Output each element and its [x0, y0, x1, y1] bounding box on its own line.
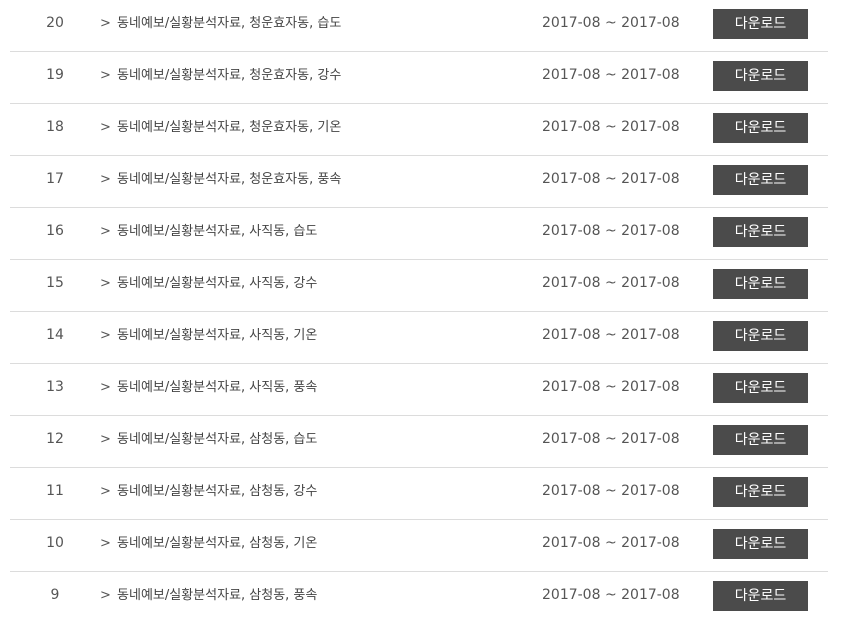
chevron-right-icon: >	[100, 276, 111, 291]
row-title-link[interactable]: > 동네예보/실황분석자료, 사직동, 강수	[100, 260, 317, 311]
row-title-link[interactable]: > 동네예보/실황분석자료, 청운효자동, 습도	[100, 0, 341, 51]
row-title: 동네예보/실황분석자료, 사직동, 기온	[117, 328, 318, 343]
row-period: 2017-08 ~ 2017-08	[542, 431, 680, 447]
row-number: 14	[46, 327, 64, 343]
row-title-link[interactable]: > 동네예보/실황분석자료, 사직동, 기온	[100, 312, 317, 363]
row-title: 동네예보/실황분석자료, 삼청동, 강수	[117, 484, 318, 499]
table-row: 13 > 동네예보/실황분석자료, 사직동, 풍속 2017-08 ~ 2017…	[10, 364, 828, 416]
chevron-right-icon: >	[100, 16, 111, 31]
row-period: 2017-08 ~ 2017-08	[542, 67, 680, 83]
row-title: 동네예보/실황분석자료, 청운효자동, 풍속	[117, 172, 342, 187]
row-period: 2017-08 ~ 2017-08	[542, 379, 680, 395]
table-row: 12 > 동네예보/실황분석자료, 삼청동, 습도 2017-08 ~ 2017…	[10, 416, 828, 468]
row-title-link[interactable]: > 동네예보/실황분석자료, 삼청동, 기온	[100, 520, 317, 571]
row-number: 15	[46, 275, 64, 291]
download-button[interactable]: 다운로드	[713, 581, 808, 611]
row-period: 2017-08 ~ 2017-08	[542, 327, 680, 343]
table-row: 19 > 동네예보/실황분석자료, 청운효자동, 강수 2017-08 ~ 20…	[10, 52, 828, 104]
chevron-right-icon: >	[100, 380, 111, 395]
row-title-link[interactable]: > 동네예보/실황분석자료, 청운효자동, 기온	[100, 104, 341, 155]
table-row: 10 > 동네예보/실황분석자료, 삼청동, 기온 2017-08 ~ 2017…	[10, 520, 828, 572]
row-title-link[interactable]: > 동네예보/실황분석자료, 삼청동, 강수	[100, 468, 317, 519]
table-row: 17 > 동네예보/실황분석자료, 청운효자동, 풍속 2017-08 ~ 20…	[10, 156, 828, 208]
chevron-right-icon: >	[100, 224, 111, 239]
download-button[interactable]: 다운로드	[713, 61, 808, 91]
row-title: 동네예보/실황분석자료, 사직동, 강수	[117, 276, 318, 291]
row-title: 동네예보/실황분석자료, 청운효자동, 기온	[117, 120, 342, 135]
row-number: 17	[46, 171, 64, 187]
row-period: 2017-08 ~ 2017-08	[542, 119, 680, 135]
data-download-list: 20 > 동네예보/실황분석자료, 청운효자동, 습도 2017-08 ~ 20…	[10, 0, 828, 623]
row-period: 2017-08 ~ 2017-08	[542, 171, 680, 187]
row-period: 2017-08 ~ 2017-08	[542, 15, 680, 31]
chevron-right-icon: >	[100, 172, 111, 187]
chevron-right-icon: >	[100, 536, 111, 551]
download-button[interactable]: 다운로드	[713, 373, 808, 403]
row-title-link[interactable]: > 동네예보/실황분석자료, 청운효자동, 풍속	[100, 156, 341, 207]
row-title: 동네예보/실황분석자료, 삼청동, 기온	[117, 536, 318, 551]
row-title: 동네예보/실황분석자료, 청운효자동, 강수	[117, 68, 342, 83]
download-button[interactable]: 다운로드	[713, 425, 808, 455]
table-row: 20 > 동네예보/실황분석자료, 청운효자동, 습도 2017-08 ~ 20…	[10, 0, 828, 52]
row-title: 동네예보/실황분석자료, 사직동, 습도	[117, 224, 318, 239]
row-number: 9	[50, 587, 60, 603]
download-button[interactable]: 다운로드	[713, 217, 808, 247]
row-period: 2017-08 ~ 2017-08	[542, 275, 680, 291]
chevron-right-icon: >	[100, 68, 111, 83]
table-row: 18 > 동네예보/실황분석자료, 청운효자동, 기온 2017-08 ~ 20…	[10, 104, 828, 156]
row-title-link[interactable]: > 동네예보/실황분석자료, 청운효자동, 강수	[100, 52, 341, 103]
download-button[interactable]: 다운로드	[713, 529, 808, 559]
row-number: 10	[46, 535, 64, 551]
chevron-right-icon: >	[100, 432, 111, 447]
row-title: 동네예보/실황분석자료, 삼청동, 풍속	[117, 588, 318, 603]
download-button[interactable]: 다운로드	[713, 269, 808, 299]
chevron-right-icon: >	[100, 588, 111, 603]
row-number: 16	[46, 223, 64, 239]
table-row: 15 > 동네예보/실황분석자료, 사직동, 강수 2017-08 ~ 2017…	[10, 260, 828, 312]
table-row: 11 > 동네예보/실황분석자료, 삼청동, 강수 2017-08 ~ 2017…	[10, 468, 828, 520]
row-title: 동네예보/실황분석자료, 사직동, 풍속	[117, 380, 318, 395]
table-row: 9 > 동네예보/실황분석자료, 삼청동, 풍속 2017-08 ~ 2017-…	[10, 572, 828, 623]
table-row: 14 > 동네예보/실황분석자료, 사직동, 기온 2017-08 ~ 2017…	[10, 312, 828, 364]
download-button[interactable]: 다운로드	[713, 321, 808, 351]
row-title: 동네예보/실황분석자료, 삼청동, 습도	[117, 432, 318, 447]
chevron-right-icon: >	[100, 328, 111, 343]
download-button[interactable]: 다운로드	[713, 165, 808, 195]
download-button[interactable]: 다운로드	[713, 9, 808, 39]
row-period: 2017-08 ~ 2017-08	[542, 483, 680, 499]
download-button[interactable]: 다운로드	[713, 477, 808, 507]
row-number: 19	[46, 67, 64, 83]
row-number: 12	[46, 431, 64, 447]
row-title-link[interactable]: > 동네예보/실황분석자료, 사직동, 습도	[100, 208, 317, 259]
row-title-link[interactable]: > 동네예보/실황분석자료, 사직동, 풍속	[100, 364, 317, 415]
download-button[interactable]: 다운로드	[713, 113, 808, 143]
row-title: 동네예보/실황분석자료, 청운효자동, 습도	[117, 16, 342, 31]
row-period: 2017-08 ~ 2017-08	[542, 587, 680, 603]
table-row: 16 > 동네예보/실황분석자료, 사직동, 습도 2017-08 ~ 2017…	[10, 208, 828, 260]
row-period: 2017-08 ~ 2017-08	[542, 535, 680, 551]
chevron-right-icon: >	[100, 484, 111, 499]
row-period: 2017-08 ~ 2017-08	[542, 223, 680, 239]
row-title-link[interactable]: > 동네예보/실황분석자료, 삼청동, 습도	[100, 416, 317, 467]
row-number: 13	[46, 379, 64, 395]
chevron-right-icon: >	[100, 120, 111, 135]
row-number: 11	[46, 483, 64, 499]
row-title-link[interactable]: > 동네예보/실황분석자료, 삼청동, 풍속	[100, 572, 317, 623]
row-number: 18	[46, 119, 64, 135]
row-number: 20	[46, 15, 64, 31]
